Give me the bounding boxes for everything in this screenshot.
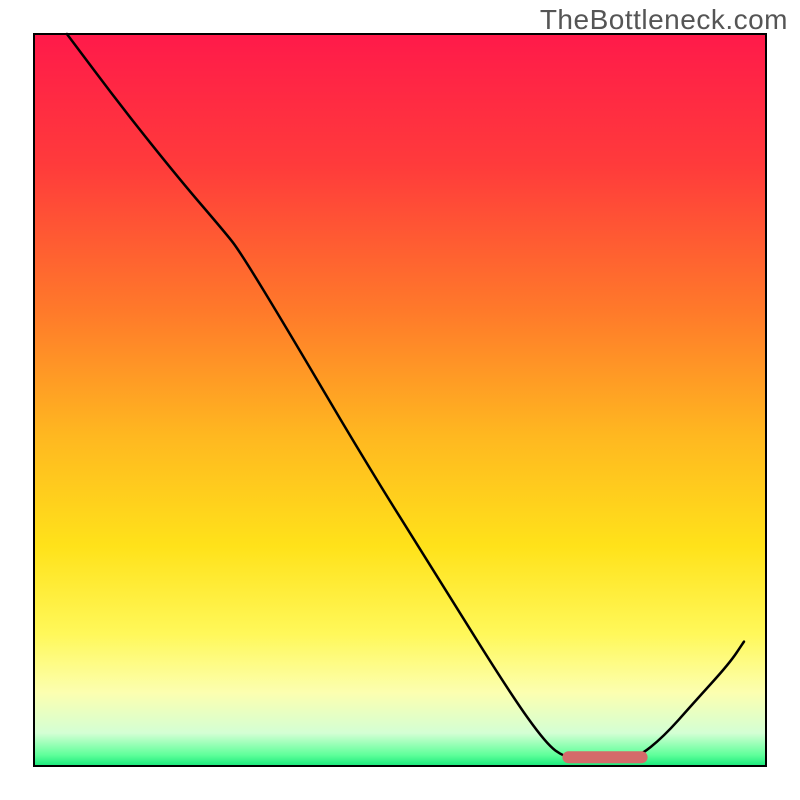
line-chart bbox=[0, 0, 800, 800]
plot-background bbox=[34, 34, 766, 766]
watermark-text: TheBottleneck.com bbox=[540, 4, 788, 36]
chart-container: TheBottleneck.com bbox=[0, 0, 800, 800]
